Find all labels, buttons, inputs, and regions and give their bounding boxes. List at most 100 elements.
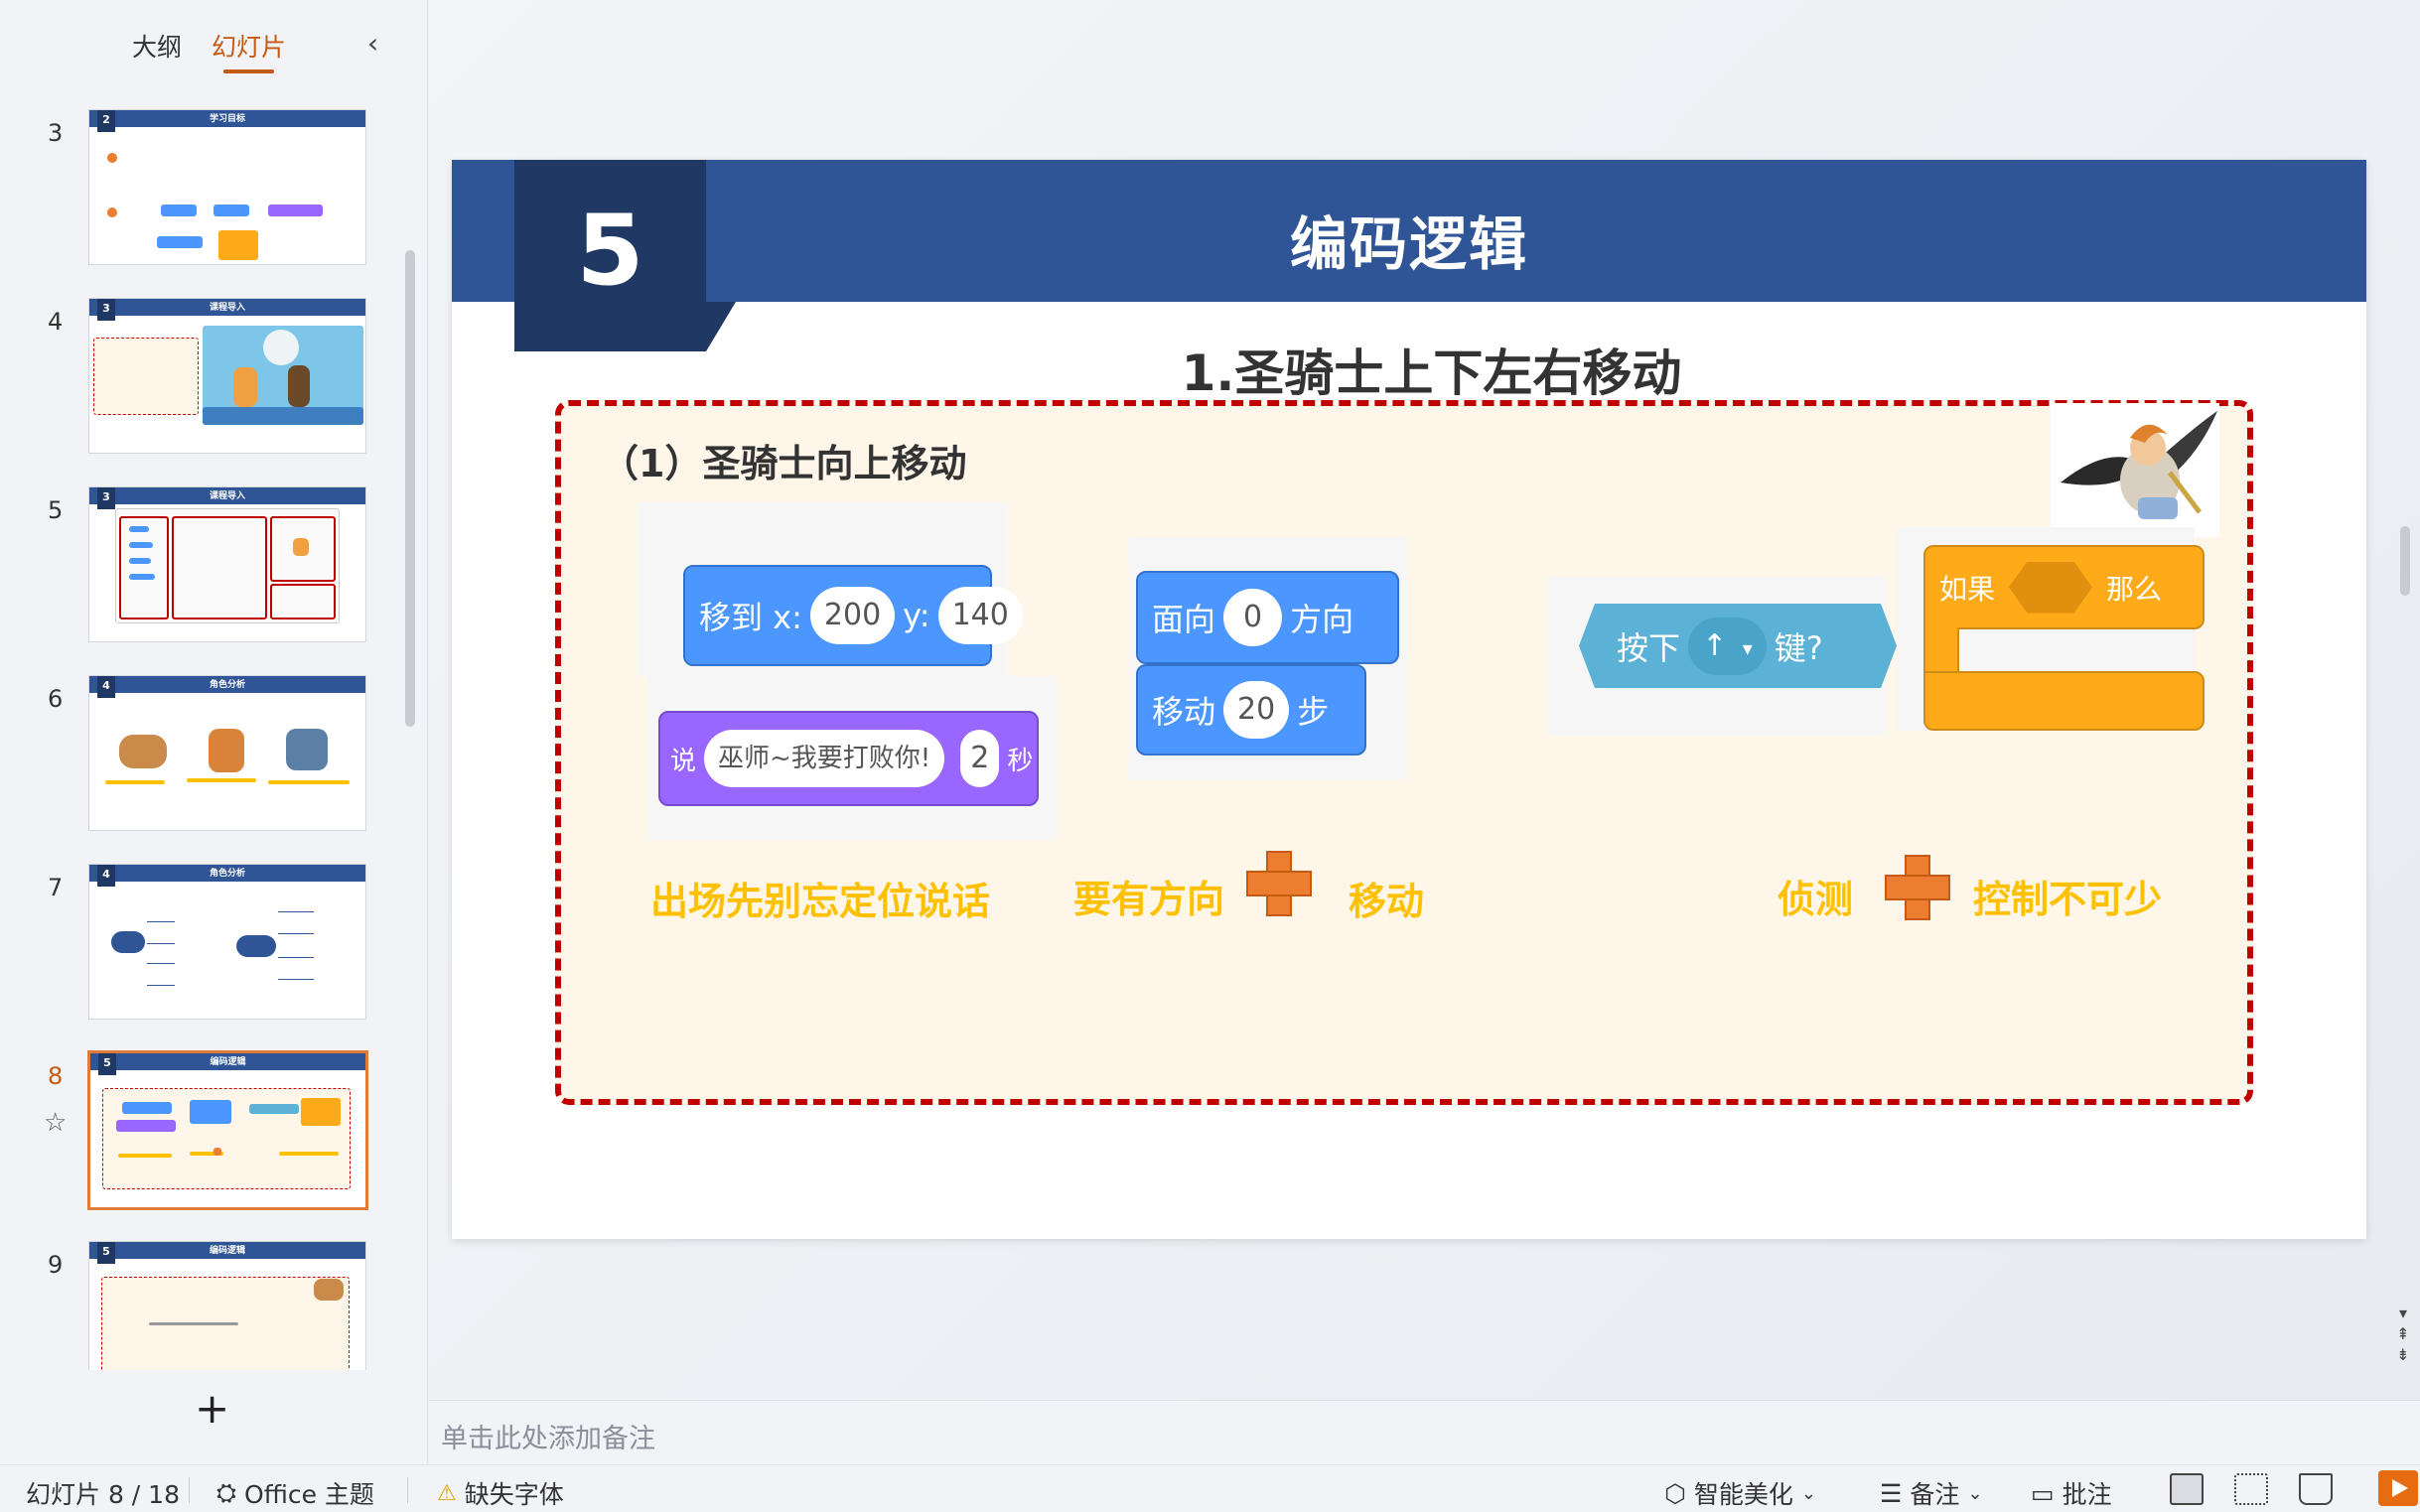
thumbnail-preview	[89, 504, 365, 641]
thumbnail-title: 角色分析	[209, 869, 245, 879]
missing-font-button[interactable]: ⚠ 缺失字体	[437, 1475, 564, 1511]
slide-title[interactable]: 编码逻辑	[452, 198, 2366, 281]
prev-slide-icon[interactable]: ⇞	[2393, 1323, 2413, 1344]
thumbnail-list[interactable]: 3 2 学习目标 4 3 课程导入 5 3 课程导入 6 4 角色分析 7 4 …	[0, 109, 407, 1370]
slide-thumbnail[interactable]: 4 角色分析	[88, 675, 366, 831]
notes-label: 备注	[1910, 1480, 1960, 1509]
slide-thumbnail-current[interactable]: 5 编码逻辑	[87, 1050, 368, 1210]
thumbnail-number: 5	[48, 496, 64, 524]
slide-thumbnail[interactable]: 5 编码逻辑	[88, 1241, 366, 1370]
thumbnail-title: 角色分析	[209, 680, 245, 690]
then-label: 那么	[2106, 572, 2163, 606]
comments-button[interactable]: ▭ 批注	[2031, 1475, 2112, 1511]
move-label: 移动	[1152, 693, 1216, 731]
goto-label-x: 移到 x:	[699, 599, 802, 636]
slide-thumbnail[interactable]: 3 课程导入	[88, 486, 366, 642]
tip-move[interactable]: 移动	[1349, 871, 1424, 925]
thumbnail-row: 9 5 编码逻辑	[0, 1241, 407, 1370]
thumbnail-title: 编码逻辑	[209, 1246, 245, 1256]
thumbnail-number: 9	[48, 1251, 64, 1279]
chevron-down-icon: ⌄	[1800, 1482, 1816, 1504]
slide-thumbnail[interactable]: 3 课程导入	[88, 298, 366, 454]
tip-setup[interactable]: 出场先别忘定位说话	[650, 871, 990, 925]
view-tabs: 大纲 幻灯片	[132, 28, 286, 73]
reading-view-icon[interactable]	[2299, 1473, 2333, 1505]
thumbnail-header: 4 角色分析	[89, 865, 365, 887]
next-slide-icon[interactable]: ⇟	[2393, 1344, 2413, 1365]
move-value-input[interactable]: 20	[1223, 681, 1290, 739]
move-unit: 步	[1297, 693, 1330, 731]
status-bar: 幻灯片 8 / 18 ⛭ Office 主题 ⚠ 缺失字体 ⬡ 智能美化 ⌄ ☰…	[0, 1464, 2420, 1512]
point-label: 面向	[1152, 601, 1216, 638]
thumbnail-scrollbar[interactable]	[405, 250, 415, 727]
tip-direction[interactable]: 要有方向	[1073, 869, 1224, 923]
thumbnail-number: 4	[48, 308, 64, 336]
thumbnail-row: 5 3 课程导入	[0, 486, 407, 645]
notes-icon: ☰	[1880, 1478, 1903, 1508]
goto-x-input[interactable]: 200	[809, 587, 896, 644]
slide-subtitle[interactable]: 1.圣骑士上下左右移动	[452, 334, 2366, 405]
thumbnail-title: 课程导入	[209, 303, 245, 313]
knight-image[interactable]	[2051, 403, 2219, 537]
thumbnail-row: 7 4 角色分析	[0, 864, 407, 1023]
tab-slides[interactable]: 幻灯片	[212, 28, 286, 73]
separator	[189, 1477, 190, 1503]
slide[interactable]: 5 编码逻辑 1.圣骑士上下左右移动 （1）圣骑士向上移动 移到 x: 200 …	[452, 160, 2366, 1239]
point-direction-block[interactable]: 面向 0 方向	[1136, 571, 1399, 664]
thumbnail-row: 6 4 角色分析	[0, 675, 407, 834]
slide-thumbnail[interactable]: 4 角色分析	[88, 864, 366, 1020]
goto-xy-block[interactable]: 移到 x: 200 y: 140	[683, 565, 1023, 666]
comment-icon: ▭	[2031, 1478, 2055, 1508]
normal-view-icon[interactable]	[2170, 1473, 2204, 1505]
move-steps-block[interactable]: 移动 20 步	[1136, 664, 1366, 756]
thumbnail-row: 4 3 课程导入	[0, 298, 407, 457]
smart-beautify-button[interactable]: ⬡ 智能美化 ⌄	[1664, 1475, 1816, 1511]
thumbnail-row: 3 2 学习目标	[0, 109, 407, 268]
chevron-left-icon[interactable]: ‹	[367, 30, 378, 58]
comments-label: 批注	[2062, 1480, 2112, 1509]
editing-canvas[interactable]: 5 编码逻辑 1.圣骑士上下左右移动 （1）圣骑士向上移动 移到 x: 200 …	[429, 0, 2420, 1400]
notes-button[interactable]: ☰ 备注 ⌄	[1880, 1475, 1983, 1511]
grid-view-icon[interactable]	[2234, 1473, 2268, 1505]
thumbnail-title: 课程导入	[209, 491, 245, 501]
theme-label: Office 主题	[244, 1480, 374, 1509]
notes-placeholder[interactable]: 单击此处添加备注	[441, 1417, 655, 1455]
thumbnail-title: 编码逻辑	[210, 1057, 246, 1067]
say-secs-input[interactable]: 2	[960, 730, 1000, 787]
tab-outline[interactable]: 大纲	[132, 28, 182, 73]
condition-slot[interactable]	[2009, 561, 2093, 614]
goto-y-input[interactable]: 140	[937, 587, 1023, 644]
thumbnail-header: 2 学习目标	[89, 110, 365, 132]
star-icon[interactable]: ☆	[44, 1108, 67, 1138]
say-label: 说	[670, 746, 697, 776]
tip-control[interactable]: 控制不可少	[1973, 869, 2162, 923]
plus-shape[interactable]	[1885, 855, 1950, 920]
say-text-input[interactable]: 巫师~我要打败你!	[704, 730, 945, 787]
if-block-bottom	[1923, 671, 2205, 731]
slide-thumbnail[interactable]: 2 学习目标	[88, 109, 366, 265]
point-value-input[interactable]: 0	[1223, 589, 1283, 646]
plus-icon[interactable]: +	[195, 1388, 229, 1430]
thumbnail-preview	[89, 1259, 365, 1370]
slide-nav-arrows[interactable]: ▾ ⇞ ⇟	[2393, 1303, 2413, 1365]
key-value: ↑	[1702, 627, 1728, 663]
scroll-down-icon[interactable]: ▾	[2393, 1303, 2413, 1323]
slide-counter[interactable]: 幻灯片 8 / 18	[26, 1475, 180, 1511]
section-heading[interactable]: （1）圣骑士向上移动	[601, 433, 966, 487]
key-dropdown[interactable]: ↑ ▾	[1688, 617, 1767, 675]
if-then-block[interactable]: 如果 那么	[1923, 545, 2205, 629]
plus-shape[interactable]	[1246, 851, 1312, 916]
thumbnail-preview	[90, 1070, 365, 1207]
canvas-scrollbar[interactable]	[2400, 526, 2410, 596]
separator	[407, 1477, 408, 1503]
key-pressed-block[interactable]: 按下 ↑ ▾ 键?	[1579, 604, 1897, 688]
thumbnail-header: 5 编码逻辑	[90, 1053, 365, 1075]
chevron-down-icon: ⌄	[1967, 1482, 1983, 1504]
theme-button[interactable]: ⛭ Office 主题	[216, 1475, 374, 1511]
play-slideshow-icon[interactable]	[2378, 1470, 2418, 1506]
thumbnail-header: 4 角色分析	[89, 676, 365, 698]
say-block[interactable]: 说 巫师~我要打败你! 2 秒	[658, 711, 1039, 806]
notes-pane[interactable]: 单击此处添加备注	[429, 1400, 2420, 1464]
theme-icon: ⛭	[216, 1478, 237, 1507]
tip-detect[interactable]: 侦测	[1778, 869, 1853, 923]
